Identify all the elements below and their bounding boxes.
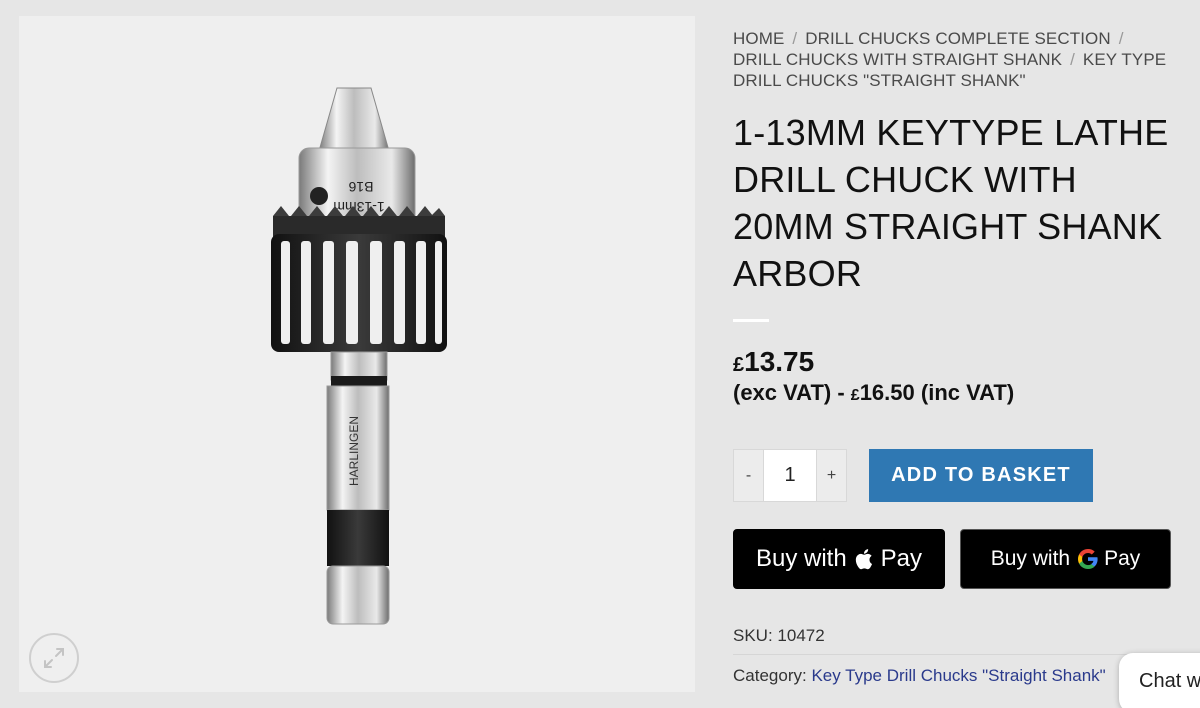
breadcrumb-separator: / (1118, 29, 1124, 48)
sku-value: 10472 (777, 626, 825, 645)
inc-vat-label: (inc VAT) (920, 380, 1015, 405)
google-pay-word: Pay (1104, 547, 1141, 570)
product-summary: HOME / DRILL CHUCKS COMPLETE SECTION / DRILL… (733, 28, 1183, 406)
chat-label: Chat w (1139, 670, 1200, 692)
category-label: Category: (733, 666, 807, 685)
price-exc-vat: £13.75 (733, 346, 1183, 378)
product-gallery: B16 1-13mm HARLINGEN (19, 16, 695, 692)
quantity-plus-button[interactable]: + (816, 449, 847, 502)
svg-text:HARLINGEN: HARLINGEN (347, 416, 361, 486)
breadcrumb-separator: / (792, 29, 798, 48)
google-g-icon (1078, 549, 1098, 569)
add-to-cart-row: - + ADD TO BASKET (733, 449, 1093, 502)
apple-pay-word: Pay (880, 545, 923, 572)
expand-arrows-icon (44, 648, 64, 668)
apple-pay-prefix: Buy with (755, 545, 847, 572)
zoom-button[interactable] (29, 633, 79, 683)
apple-pay-button[interactable]: Buy with Pay (733, 529, 945, 589)
breadcrumb-straight-shank[interactable]: DRILL CHUCKS WITH STRAIGHT SHANK (733, 50, 1062, 69)
apple-logo-icon (855, 549, 872, 570)
google-pay-button[interactable]: Buy with Pay (960, 529, 1171, 589)
price-inc-value: 16.50 (859, 380, 915, 405)
breadcrumb-drill-chucks-complete[interactable]: DRILL CHUCKS COMPLETE SECTION (805, 29, 1111, 48)
google-pay-prefix: Buy with (990, 547, 1071, 570)
product-title: 1-13MM KEYTYPE LATHE DRILL CHUCK WITH 20… (733, 112, 1169, 294)
price-exc-value: 13.75 (744, 346, 815, 377)
quantity-input[interactable] (764, 449, 816, 502)
add-to-basket-button[interactable]: ADD TO BASKET (869, 449, 1093, 502)
breadcrumb-separator: / (1070, 50, 1075, 69)
product-image[interactable]: B16 1-13mm HARLINGEN (19, 16, 695, 692)
svg-text:1-13mm: 1-13mm (333, 199, 384, 215)
breadcrumb: HOME / DRILL CHUCKS COMPLETE SECTION / DRILL… (733, 28, 1183, 91)
exc-vat-label: (exc VAT) - (733, 380, 845, 405)
product-sku: SKU: 10472 (733, 626, 825, 646)
title-divider (733, 319, 769, 322)
product-category: Category: Key Type Drill Chucks "Straigh… (733, 666, 1106, 686)
price-vat-note: (exc VAT) - £16.50 (inc VAT) (733, 380, 1183, 406)
quantity-minus-button[interactable]: - (733, 449, 764, 502)
express-pay-row: Buy with Pay Buy with Pay (733, 529, 1171, 589)
currency-symbol: £ (850, 387, 860, 404)
breadcrumb-home[interactable]: HOME (733, 29, 784, 48)
chat-widget-button[interactable]: Chat w (1119, 653, 1200, 708)
svg-text:B16: B16 (348, 179, 373, 195)
category-link[interactable]: Key Type Drill Chucks "Straight Shank" (811, 666, 1105, 685)
meta-divider (733, 654, 1173, 655)
currency-symbol: £ (733, 354, 745, 376)
sku-label: SKU: (733, 626, 773, 645)
quantity-stepper: - + (733, 449, 847, 502)
